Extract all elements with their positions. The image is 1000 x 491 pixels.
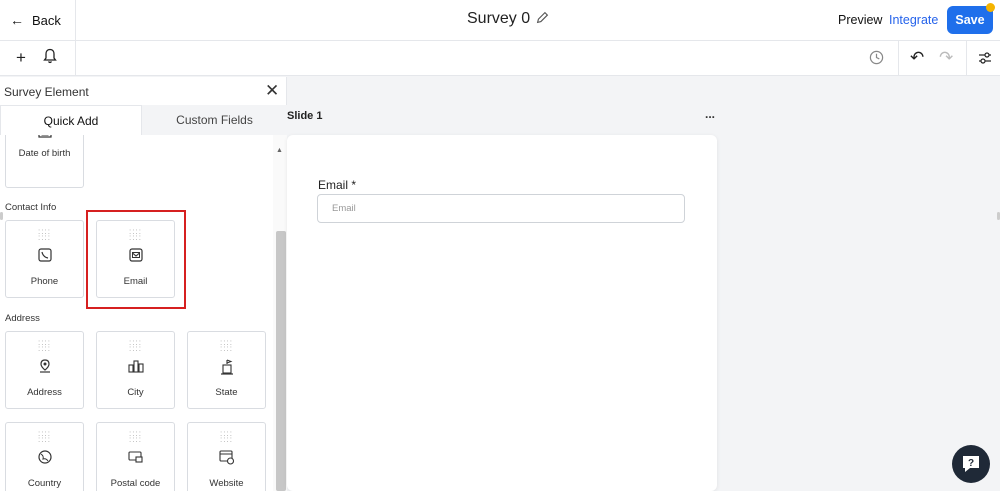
plus-icon[interactable]: + xyxy=(16,48,26,68)
scrollbar-thumb[interactable] xyxy=(276,231,286,491)
divider xyxy=(75,0,76,41)
close-icon[interactable]: ✕ xyxy=(265,81,279,101)
element-list: Date of birth Contact Info :::::::: Phon… xyxy=(0,135,273,491)
bell-icon[interactable] xyxy=(43,48,57,69)
notification-dot xyxy=(986,3,995,12)
highlight-box xyxy=(86,210,186,309)
back-button[interactable]: ← Back xyxy=(10,12,61,28)
phone-icon xyxy=(6,248,83,262)
undo-icon[interactable]: ↶ xyxy=(910,48,924,68)
element-card-phone[interactable]: :::::::: Phone xyxy=(5,220,84,298)
drag-handle-icon[interactable]: :::::::: xyxy=(6,430,83,444)
survey-element-panel: Survey Element ✕ Quick Add Custom Fields… xyxy=(0,77,287,491)
help-chat-button[interactable]: ? xyxy=(952,445,990,483)
panel-title: Survey Element xyxy=(4,85,89,99)
tab-quick-add[interactable]: Quick Add xyxy=(0,105,142,135)
city-icon xyxy=(97,359,174,373)
divider xyxy=(898,41,899,76)
element-card-date-of-birth[interactable]: Date of birth xyxy=(5,135,84,188)
element-card-postal-code[interactable]: :::::::: Postal code xyxy=(96,422,175,491)
element-card-city[interactable]: :::::::: City xyxy=(96,331,175,409)
back-label: Back xyxy=(32,12,61,28)
drag-handle-icon[interactable]: :::::::: xyxy=(6,228,83,242)
top-bar: ← Back Survey 0 Preview Integrate Save xyxy=(0,0,1000,41)
element-card-label: Website xyxy=(209,478,244,489)
element-card-label: Date of birth xyxy=(18,148,71,159)
website-icon xyxy=(188,450,265,465)
section-label-address: Address xyxy=(5,313,40,324)
element-card-label: Address xyxy=(27,387,62,398)
email-field[interactable]: Email xyxy=(317,194,685,223)
integrate-button[interactable]: Integrate xyxy=(889,13,938,27)
resize-handle[interactable] xyxy=(0,212,3,220)
drag-handle-icon[interactable]: :::::::: xyxy=(97,430,174,444)
scroll-up-arrow-icon[interactable]: ▲ xyxy=(276,147,283,154)
element-card-label: Country xyxy=(27,478,62,489)
state-building-icon xyxy=(188,359,265,375)
tab-custom-fields[interactable]: Custom Fields xyxy=(142,105,287,135)
divider xyxy=(75,41,76,76)
panel-tabs: Quick Add Custom Fields xyxy=(0,105,287,135)
calendar-icon xyxy=(6,135,83,138)
section-label-contact-info: Contact Info xyxy=(5,202,57,213)
element-card-address[interactable]: :::::::: Address xyxy=(5,331,84,409)
slide-label: Slide 1 xyxy=(287,110,323,122)
globe-icon xyxy=(6,450,83,464)
element-card-country[interactable]: :::::::: Country xyxy=(5,422,84,491)
location-pin-icon xyxy=(6,359,83,373)
email-field-label: Email * xyxy=(318,178,357,192)
history-icon[interactable] xyxy=(869,50,884,70)
survey-title[interactable]: Survey 0 xyxy=(467,10,549,28)
element-card-label: Phone xyxy=(30,276,59,287)
element-card-website[interactable]: :::::::: Website xyxy=(187,422,266,491)
drag-handle-icon[interactable]: :::::::: xyxy=(6,339,83,353)
pencil-icon[interactable] xyxy=(536,11,549,27)
redo-icon[interactable]: ↷ xyxy=(939,48,953,68)
element-card-label: State xyxy=(215,387,238,398)
svg-text:?: ? xyxy=(968,458,974,469)
preview-button[interactable]: Preview xyxy=(838,13,882,27)
settings-sliders-icon[interactable] xyxy=(978,51,992,69)
element-card-label: Postal code xyxy=(110,478,161,489)
drag-handle-icon[interactable]: :::::::: xyxy=(188,339,265,353)
survey-title-text: Survey 0 xyxy=(467,10,531,27)
back-arrow-icon: ← xyxy=(10,12,24,28)
help-chat-icon: ? xyxy=(963,456,979,472)
slide-menu-icon[interactable]: ... xyxy=(705,107,715,121)
drag-handle-icon[interactable]: :::::::: xyxy=(97,339,174,353)
divider xyxy=(966,41,967,76)
drag-handle-icon[interactable]: :::::::: xyxy=(188,430,265,444)
element-card-label: City xyxy=(127,387,144,398)
element-card-state[interactable]: :::::::: State xyxy=(187,331,266,409)
postal-icon xyxy=(97,450,174,464)
secondary-toolbar: + ↶ ↷ xyxy=(0,41,1000,76)
